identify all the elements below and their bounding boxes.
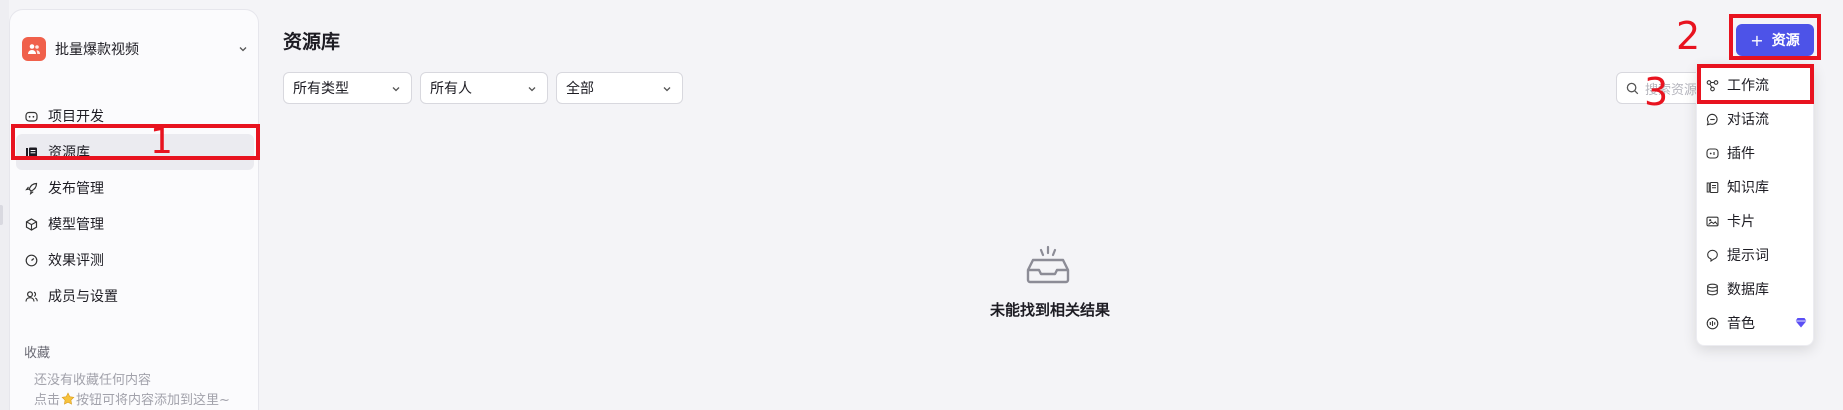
favorites-hint-suffix: 按钮可将内容添加到这里~ bbox=[76, 393, 230, 408]
gem-icon bbox=[1795, 317, 1807, 328]
sidebar-item-label: 项目开发 bbox=[48, 109, 104, 125]
chevron-down-icon bbox=[238, 44, 248, 54]
menu-item-knowledge[interactable]: 知识库 bbox=[1697, 172, 1815, 202]
sidebar-item-models[interactable]: 模型管理 bbox=[10, 206, 260, 242]
library-icon bbox=[24, 145, 38, 159]
sidebar-item-label: 资源库 bbox=[48, 145, 90, 161]
plugin-icon bbox=[1705, 146, 1719, 160]
people-icon bbox=[22, 37, 46, 61]
sidebar-item-label: 模型管理 bbox=[48, 217, 104, 233]
add-resource-menu: 工作流 对话流 插件 知识库 卡片 提示词 数据库 音色 bbox=[1696, 64, 1814, 346]
add-resource-button[interactable]: + 资源 bbox=[1736, 24, 1814, 56]
status-filter-value: 全部 bbox=[566, 81, 594, 97]
menu-item-label: 数据库 bbox=[1727, 282, 1769, 298]
empty-inbox-icon bbox=[1025, 244, 1071, 284]
bot-icon bbox=[24, 109, 38, 123]
menu-item-label: 音色 bbox=[1727, 316, 1755, 332]
sidebar-item-projects[interactable]: 项目开发 bbox=[10, 98, 260, 134]
annotation-number-3: 3 bbox=[1644, 70, 1669, 114]
sidebar-item-members[interactable]: 成员与设置 bbox=[10, 278, 260, 314]
sidebar: 批量爆款视频 项目开发 资源库 发布管理 模型管理 效果评测 成员与设置 收藏 … bbox=[9, 9, 259, 410]
annotation-number-1: 1 bbox=[150, 121, 173, 162]
empty-state-text: 未能找到相关结果 bbox=[989, 301, 1110, 319]
prompt-icon bbox=[1705, 248, 1719, 262]
favorites-hint-prefix: 点击 bbox=[34, 393, 61, 408]
menu-item-chatflow[interactable]: 对话流 bbox=[1697, 104, 1815, 134]
favorites-add-hint: 点击 按钮可将内容添加到这里~ bbox=[34, 389, 230, 408]
owner-filter-select[interactable]: 所有人 bbox=[420, 72, 548, 104]
type-filter-select[interactable]: 所有类型 bbox=[283, 72, 412, 104]
rail-collapse-handle[interactable] bbox=[0, 205, 3, 225]
database-icon bbox=[1705, 282, 1719, 296]
type-filter-value: 所有类型 bbox=[293, 81, 349, 97]
plus-icon: + bbox=[1750, 30, 1764, 50]
menu-item-plugin[interactable]: 插件 bbox=[1697, 138, 1815, 168]
menu-item-voice[interactable]: 音色 bbox=[1697, 308, 1815, 338]
menu-item-prompt[interactable]: 提示词 bbox=[1697, 240, 1815, 270]
sidebar-item-label: 发布管理 bbox=[48, 181, 104, 197]
card-icon bbox=[1705, 214, 1719, 228]
voice-icon bbox=[1705, 316, 1719, 330]
knowledge-icon bbox=[1705, 180, 1719, 194]
annotation-number-2: 2 bbox=[1676, 14, 1701, 58]
favorites-title: 收藏 bbox=[24, 346, 51, 361]
cube-icon bbox=[24, 217, 38, 231]
menu-item-label: 插件 bbox=[1727, 146, 1755, 162]
chatflow-icon bbox=[1705, 112, 1719, 126]
owner-filter-value: 所有人 bbox=[430, 81, 472, 97]
menu-item-label: 对话流 bbox=[1727, 112, 1769, 128]
add-resource-label: 资源 bbox=[1771, 33, 1800, 49]
left-rail bbox=[0, 0, 9, 410]
workspace-name: 批量爆款视频 bbox=[55, 42, 139, 58]
favorites-empty-hint: 还没有收藏任何内容 bbox=[34, 373, 152, 388]
sidebar-nav: 项目开发 资源库 发布管理 模型管理 效果评测 成员与设置 bbox=[10, 98, 260, 314]
menu-item-label: 卡片 bbox=[1727, 214, 1755, 230]
menu-item-card[interactable]: 卡片 bbox=[1697, 206, 1815, 236]
menu-item-label: 知识库 bbox=[1727, 180, 1769, 196]
search-icon bbox=[1626, 82, 1639, 95]
star-icon bbox=[61, 391, 75, 406]
sidebar-item-library[interactable]: 资源库 bbox=[16, 134, 254, 170]
status-filter-select[interactable]: 全部 bbox=[556, 72, 683, 104]
annotation-box-3 bbox=[1697, 64, 1814, 104]
gauge-icon bbox=[24, 253, 38, 267]
menu-item-label: 提示词 bbox=[1727, 248, 1769, 264]
sidebar-item-label: 成员与设置 bbox=[48, 289, 118, 305]
sidebar-item-label: 效果评测 bbox=[48, 253, 104, 269]
menu-item-database[interactable]: 数据库 bbox=[1697, 274, 1815, 304]
rocket-icon bbox=[24, 181, 38, 195]
sidebar-item-publish[interactable]: 发布管理 bbox=[10, 170, 260, 206]
members-icon bbox=[24, 289, 38, 303]
sidebar-item-evaluation[interactable]: 效果评测 bbox=[10, 242, 260, 278]
workspace-switcher[interactable]: 批量爆款视频 bbox=[22, 32, 248, 66]
page-title: 资源库 bbox=[283, 31, 341, 53]
